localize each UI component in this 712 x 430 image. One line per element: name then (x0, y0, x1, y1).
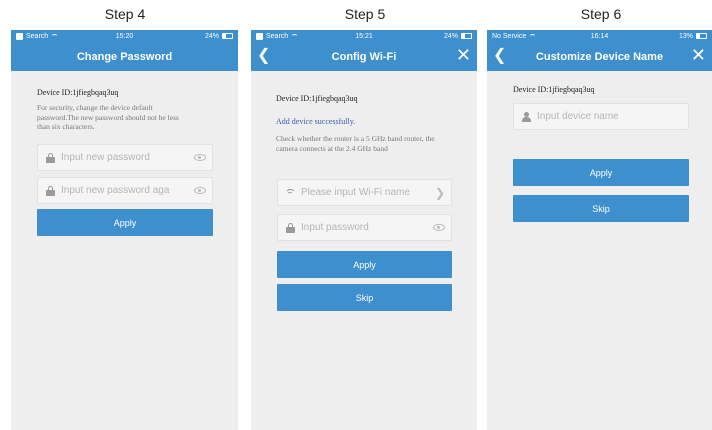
status-carrier: No Service (492, 32, 527, 40)
device-id: Device ID:1jfiegbqaq3uq (276, 94, 358, 103)
hint-text: For security, change the device default … (37, 103, 179, 131)
lock-icon (45, 152, 55, 163)
page-title: Config Wi-Fi (331, 50, 397, 63)
battery-icon (222, 33, 233, 39)
phone-screen-config-wifi: Search 15:21 24% ❮ Config Wi-Fi ✕ Device… (251, 30, 477, 430)
device-id: Device ID:1jfiegbqaq3uq (513, 85, 595, 94)
nav-bar: ❮ Customize Device Name ✕ (487, 42, 712, 71)
skip-button[interactable]: Skip (513, 195, 689, 222)
wifi-password-field[interactable] (277, 214, 452, 241)
person-icon (521, 111, 531, 122)
battery-percent: 24% (443, 32, 458, 40)
battery-icon (461, 33, 472, 39)
app-switch-icon (256, 32, 263, 40)
wifi-icon (284, 188, 296, 197)
phone-screen-change-password: Search 15:20 24% Change Password Device … (11, 30, 238, 430)
status-bar: No Service 16:14 13% (487, 30, 712, 42)
wifi-signal-icon (529, 33, 537, 39)
battery-icon (696, 33, 707, 39)
step-6-label: Step 6 (580, 6, 622, 22)
phone-screen-customize-name: No Service 16:14 13% ❮ Customize Device … (487, 30, 712, 430)
battery-percent: 13% (678, 32, 693, 40)
chevron-right-icon[interactable]: ❯ (435, 186, 445, 200)
step-4-label: Step 4 (104, 6, 146, 22)
status-bar: Search 15:21 24% (251, 30, 477, 42)
new-password-field[interactable] (37, 144, 213, 171)
apply-button[interactable]: Apply (37, 209, 213, 236)
step-5-label: Step 5 (344, 6, 386, 22)
wifi-name-field[interactable]: ❯ (277, 179, 452, 206)
device-id: Device ID:1jfiegbqaq3uq (37, 88, 119, 97)
wifi-signal-icon (51, 33, 59, 39)
eye-icon[interactable] (194, 154, 206, 161)
battery-percent: 24% (204, 32, 219, 40)
status-carrier: Search (26, 32, 49, 40)
confirm-password-input[interactable] (61, 185, 194, 196)
success-message: Add device successfully. (276, 117, 356, 126)
wifi-password-input[interactable] (301, 222, 433, 233)
apply-button[interactable]: Apply (277, 251, 452, 278)
status-bar: Search 15:20 24% (11, 30, 238, 42)
apply-button[interactable]: Apply (513, 159, 689, 186)
close-icon[interactable]: ✕ (456, 46, 471, 64)
close-icon[interactable]: ✕ (691, 46, 706, 64)
nav-bar: ❮ Config Wi-Fi ✕ (251, 42, 477, 71)
back-arrow-icon[interactable]: ❮ (257, 48, 270, 64)
new-password-input[interactable] (61, 152, 194, 163)
lock-icon (45, 185, 55, 196)
band-hint-text: Check whether the router is a 5 GHz band… (276, 134, 435, 153)
skip-button[interactable]: Skip (277, 284, 452, 311)
status-carrier: Search (266, 32, 289, 40)
app-switch-icon (16, 32, 23, 40)
back-arrow-icon[interactable]: ❮ (493, 48, 506, 64)
device-name-input[interactable] (537, 111, 682, 122)
confirm-password-field[interactable] (37, 177, 213, 204)
device-name-field[interactable] (513, 103, 689, 130)
wifi-signal-icon (291, 33, 299, 39)
page-title: Change Password (76, 50, 173, 63)
eye-icon[interactable] (433, 224, 445, 231)
lock-icon (285, 222, 295, 233)
page-title: Customize Device Name (535, 50, 664, 63)
wifi-name-input[interactable] (301, 187, 435, 198)
eye-icon[interactable] (194, 187, 206, 194)
nav-bar: Change Password (11, 42, 238, 71)
